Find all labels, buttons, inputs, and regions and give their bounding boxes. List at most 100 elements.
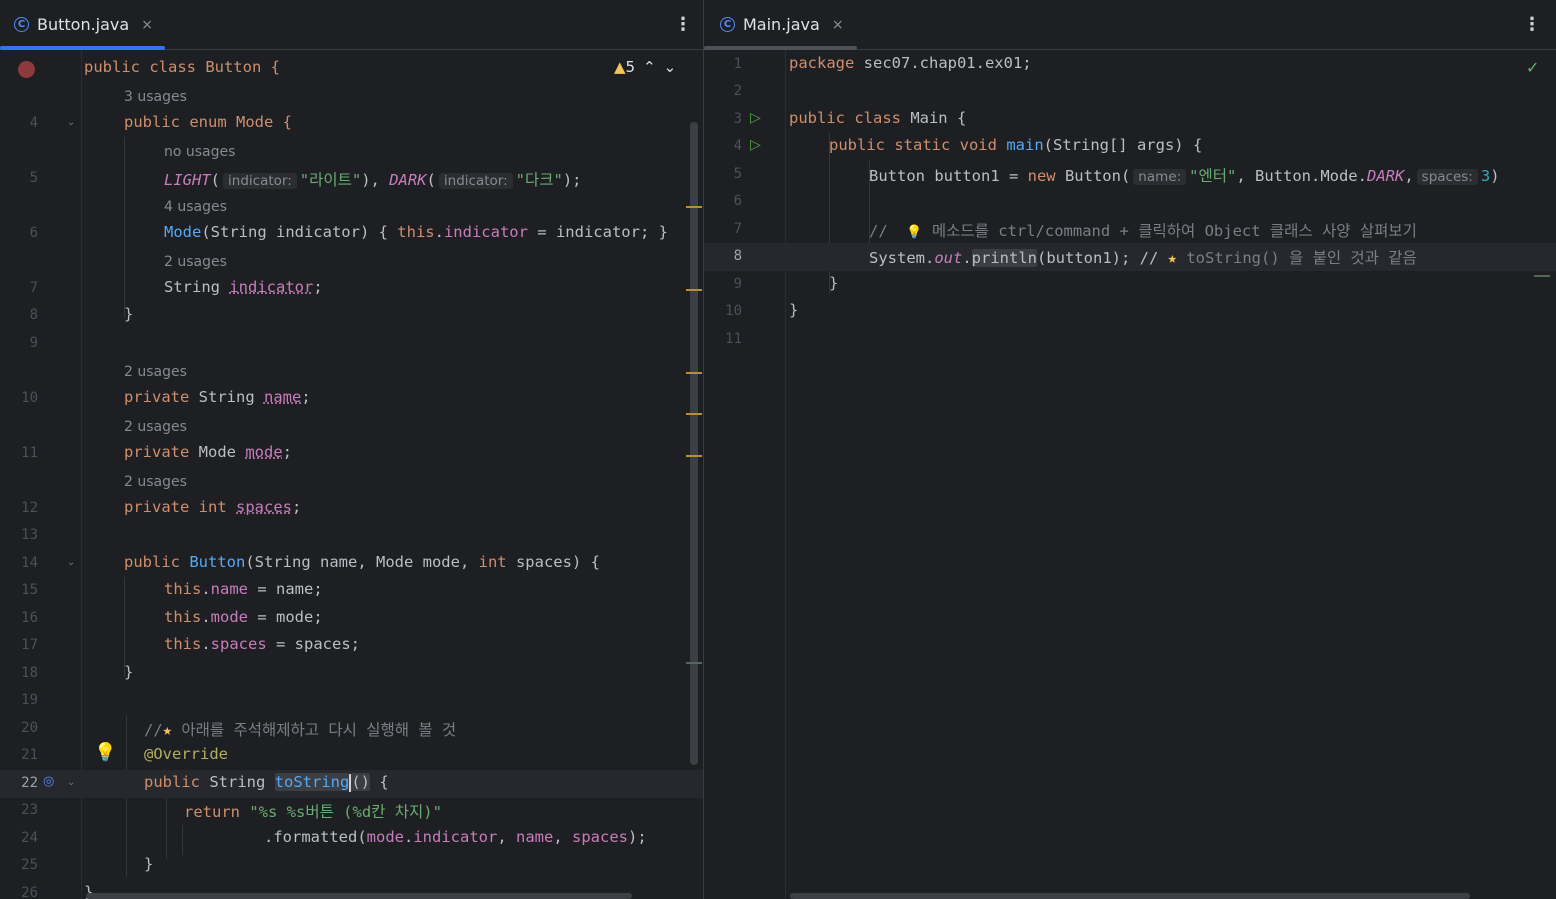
code-line[interactable]: 5 Button button1 = new Button(name: "엔터",… bbox=[704, 161, 1556, 189]
line-number: 11 bbox=[725, 331, 742, 347]
code-line[interactable]: 23 return "%s %s버튼 (%d칸 차지)" bbox=[0, 797, 703, 825]
usage-hint-line[interactable]: 3 usages bbox=[0, 84, 703, 112]
usage-hint-line[interactable]: 2 usages bbox=[0, 469, 703, 497]
more-options-icon[interactable]: ⋮ bbox=[674, 14, 692, 35]
close-icon[interactable]: × bbox=[832, 17, 844, 33]
code-line[interactable]: 17 this.spaces = spaces; bbox=[0, 632, 703, 660]
code-line[interactable]: 20 //★ 아래를 주석해제하고 다시 실행해 볼 것 bbox=[0, 715, 703, 743]
lightbulb-icon: 💡 bbox=[906, 225, 923, 240]
code-line[interactable]: 5 LIGHT(indicator: "라이트"), DARK(indicator… bbox=[0, 165, 703, 193]
tab-main-java[interactable]: C Main.java × bbox=[720, 0, 844, 49]
override-marker-icon[interactable]: ◎ bbox=[43, 774, 54, 789]
usage-hint-line[interactable]: 2 usages bbox=[0, 414, 703, 442]
line-number: 5 bbox=[29, 170, 38, 186]
no-problems-check-icon[interactable]: ✓ bbox=[1526, 58, 1539, 77]
code-line[interactable]: 8 } bbox=[0, 302, 703, 330]
usage-hint[interactable]: 2 usages bbox=[124, 474, 187, 490]
code-line[interactable]: 14 ⌄ public Button(String name, Mode mod… bbox=[0, 550, 703, 578]
warning-stripe[interactable] bbox=[686, 455, 702, 457]
code-token: String bbox=[200, 773, 275, 791]
code-token: . bbox=[962, 249, 972, 267]
line-number: 4 bbox=[733, 138, 742, 154]
usage-hint[interactable]: 4 usages bbox=[164, 199, 227, 215]
code-line[interactable]: 7 // 💡 메소드를 ctrl/command + 클릭하여 Object 클… bbox=[704, 216, 1556, 244]
code-line-current[interactable]: 22 ◎ ⌄ public String toString() { bbox=[0, 770, 703, 798]
code-line[interactable]: 16 this.mode = mode; bbox=[0, 605, 703, 633]
code-line[interactable]: 12 private int spaces; bbox=[0, 495, 703, 523]
code-line[interactable]: 21 💡 @Override bbox=[0, 742, 703, 770]
line-number: 4 bbox=[29, 115, 38, 131]
code-line[interactable]: 13 bbox=[0, 522, 703, 550]
usage-hint[interactable]: no usages bbox=[164, 144, 235, 160]
code-line[interactable]: 11 private Mode mode; bbox=[0, 440, 703, 468]
code-line[interactable]: 9 } bbox=[704, 271, 1556, 299]
horizontal-scrollbar[interactable] bbox=[86, 893, 632, 899]
usage-hint[interactable]: 2 usages bbox=[164, 254, 227, 270]
usage-hint-line[interactable]: 2 usages bbox=[0, 249, 703, 277]
class-icon: C bbox=[14, 17, 29, 32]
line-number: 13 bbox=[21, 527, 38, 543]
code-token: // bbox=[869, 222, 888, 240]
active-tab-indicator bbox=[0, 46, 165, 50]
code-token: = spaces; bbox=[266, 635, 360, 653]
code-line[interactable]: 11 bbox=[704, 326, 1556, 354]
code-line[interactable]: 7 String indicator; bbox=[0, 275, 703, 303]
usage-hint-line[interactable]: 2 usages bbox=[0, 359, 703, 387]
code-token: String bbox=[189, 388, 264, 406]
run-icon[interactable]: ▷ bbox=[750, 110, 761, 126]
code-token: spaces) { bbox=[506, 553, 600, 571]
usage-hint[interactable]: 2 usages bbox=[124, 419, 187, 435]
code-line[interactable]: 10 private String name; bbox=[0, 385, 703, 413]
lightbulb-icon[interactable]: 💡 bbox=[94, 742, 116, 763]
line-number: 12 bbox=[21, 500, 38, 516]
line-number: 15 bbox=[21, 582, 38, 598]
code-token: this bbox=[397, 223, 435, 241]
code-line[interactable]: 2 bbox=[704, 78, 1556, 106]
tab-button-java[interactable]: C Button.java × bbox=[14, 0, 153, 49]
code-line[interactable]: 3 ▷ public class Main { bbox=[704, 106, 1556, 134]
code-line[interactable]: 18 } bbox=[0, 660, 703, 688]
code-token: name bbox=[263, 388, 302, 406]
line-number: 7 bbox=[733, 221, 742, 237]
code-token: // bbox=[144, 721, 163, 739]
code-line[interactable]: 24 .formatted(mode.indicator, name, spac… bbox=[0, 825, 703, 853]
code-line[interactable]: 4 ▷ public static void main(String[] arg… bbox=[704, 133, 1556, 161]
code-token: private bbox=[124, 498, 190, 516]
run-icon[interactable]: ▷ bbox=[750, 137, 761, 153]
code-line[interactable]: 1 package sec07.chap01.ex01; bbox=[704, 51, 1556, 79]
horizontal-scrollbar[interactable] bbox=[790, 893, 1470, 899]
vertical-scrollbar[interactable] bbox=[690, 122, 698, 765]
warning-stripe[interactable] bbox=[686, 206, 702, 208]
close-icon[interactable]: × bbox=[141, 17, 153, 33]
code-line[interactable]: public class Button { bbox=[0, 55, 703, 83]
left-editor-pane: C Button.java × ⋮ ▲5 ⌃ ⌄ public class Bu… bbox=[0, 0, 703, 899]
change-stripe[interactable] bbox=[1534, 275, 1550, 277]
usage-hint[interactable]: 3 usages bbox=[124, 89, 187, 105]
usage-hint-line[interactable]: no usages bbox=[0, 139, 703, 167]
class-icon: C bbox=[720, 17, 735, 32]
code-line[interactable]: 6 bbox=[704, 188, 1556, 216]
code-token: 아래를 주석해제하고 다시 실행해 볼 것 bbox=[172, 721, 457, 739]
code-line[interactable]: 9 bbox=[0, 330, 703, 358]
code-token: , Button.Mode. bbox=[1236, 167, 1367, 185]
code-line[interactable]: 19 bbox=[0, 687, 703, 715]
code-line[interactable]: 15 this.name = name; bbox=[0, 577, 703, 605]
warning-stripe[interactable] bbox=[686, 413, 702, 415]
code-token: = mode; bbox=[248, 608, 323, 626]
fold-chevron-icon[interactable]: ⌄ bbox=[67, 117, 75, 128]
fold-chevron-icon[interactable]: ⌄ bbox=[67, 557, 75, 568]
fold-chevron-icon[interactable]: ⌄ bbox=[67, 777, 75, 788]
warning-stripe[interactable] bbox=[686, 372, 702, 374]
code-line[interactable]: 10 } bbox=[704, 298, 1556, 326]
code-token: , bbox=[1404, 167, 1414, 185]
usage-hint[interactable]: 2 usages bbox=[124, 364, 187, 380]
warning-stripe[interactable] bbox=[686, 289, 702, 291]
usage-hint-line[interactable]: 4 usages bbox=[0, 194, 703, 222]
line-number: 2 bbox=[733, 83, 742, 99]
code-line[interactable]: 25 } bbox=[0, 852, 703, 880]
more-options-icon[interactable]: ⋮ bbox=[1523, 14, 1541, 35]
code-line[interactable]: 4 ⌄ public enum Mode { bbox=[0, 110, 703, 138]
change-stripe[interactable] bbox=[686, 662, 702, 664]
code-line-current[interactable]: 8 System.out.println(button1); // ★ toSt… bbox=[704, 243, 1556, 271]
code-line[interactable]: 6 Mode(String indicator) { this.indicato… bbox=[0, 220, 703, 248]
